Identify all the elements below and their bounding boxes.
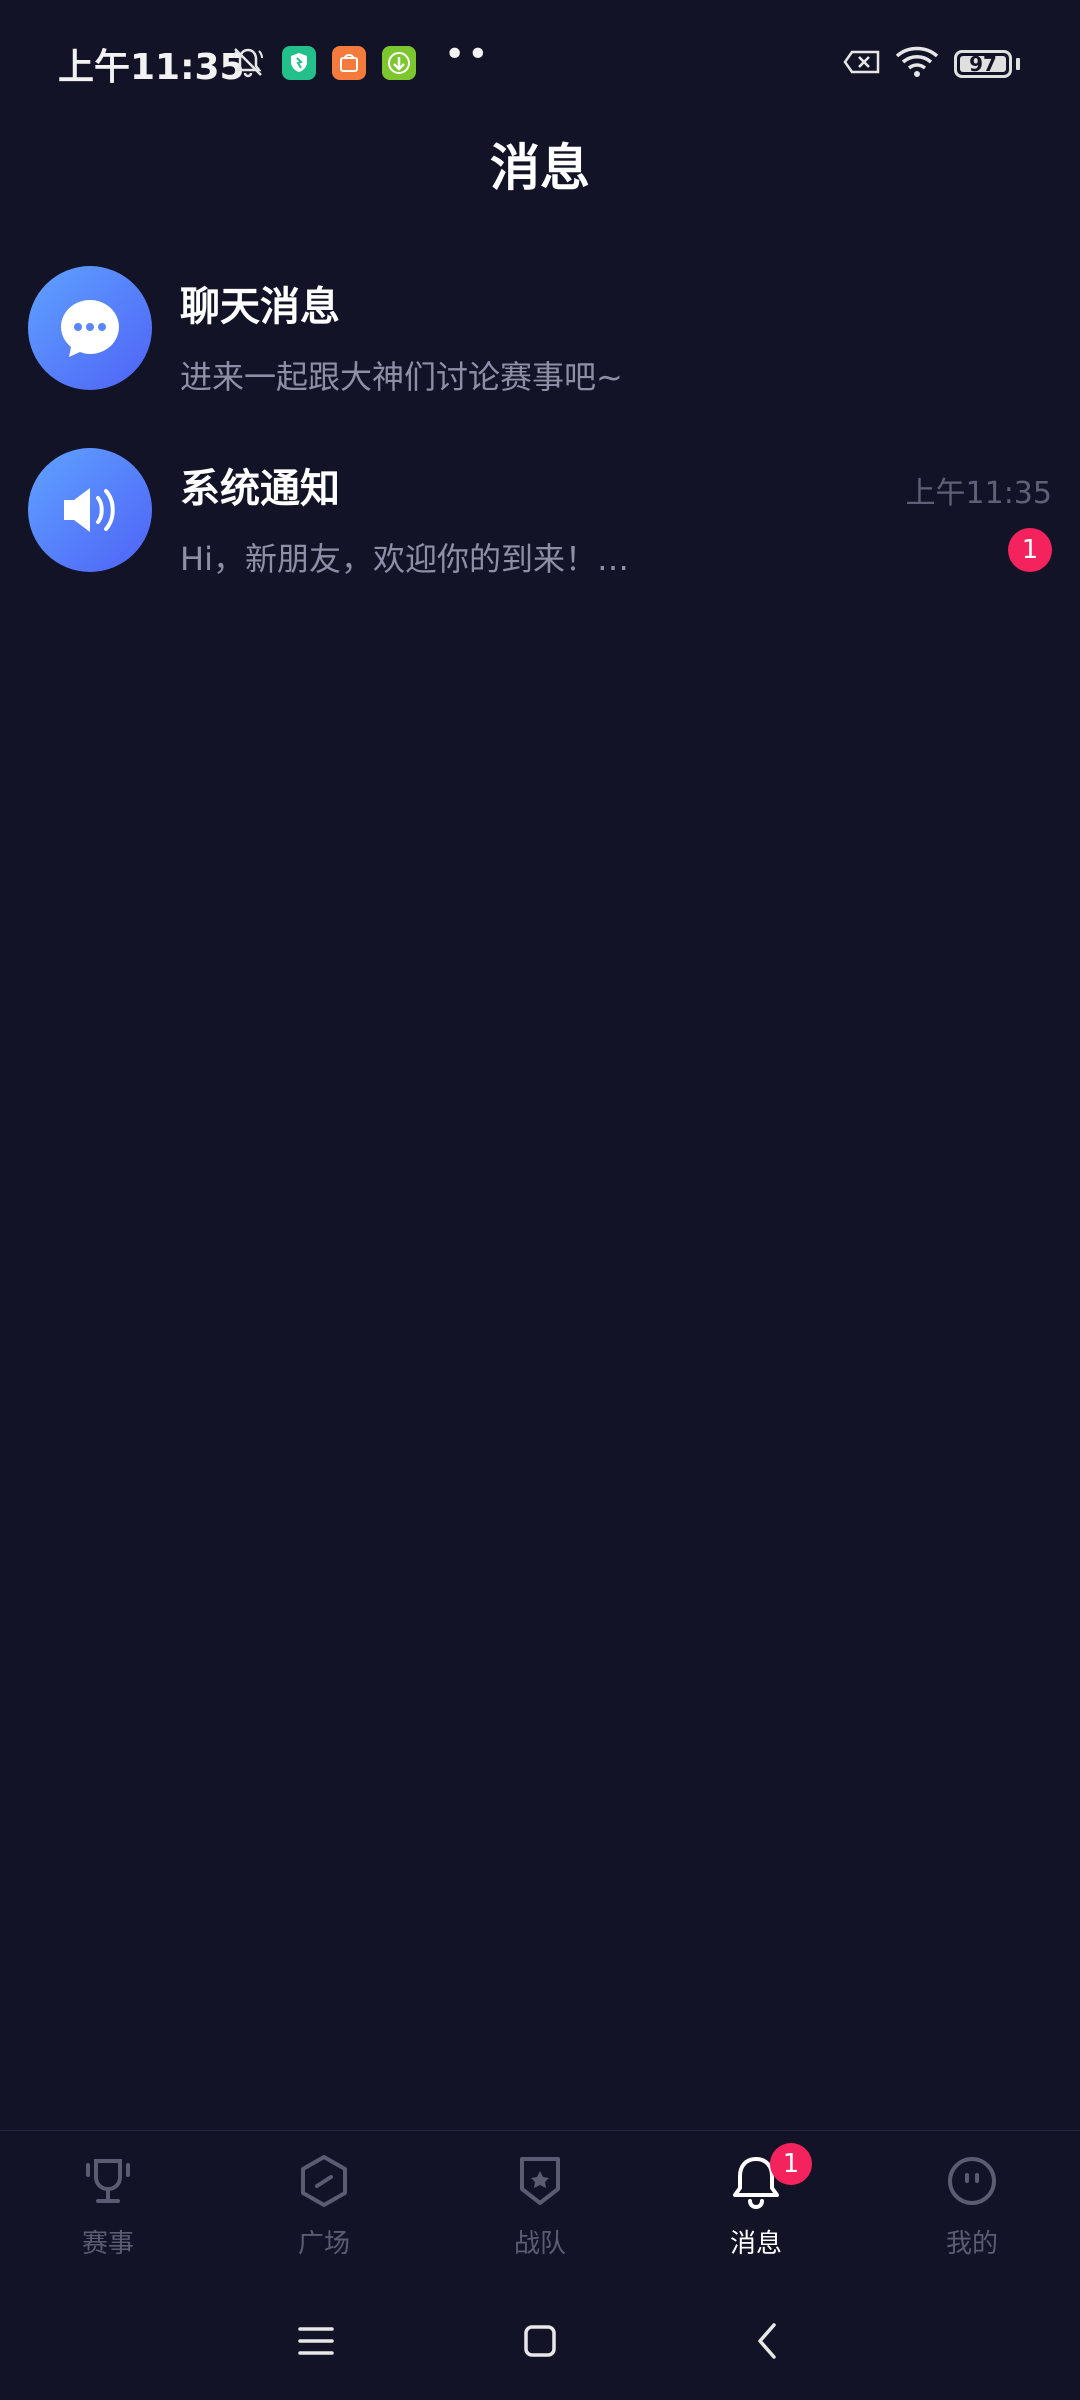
battery-cap (1016, 58, 1020, 70)
battery-level: 97 (969, 52, 997, 76)
nav-label: 赛事 (81, 2229, 134, 2259)
shield-star-icon (520, 2157, 560, 2205)
trophy-icon (86, 2159, 130, 2203)
more-dots-icon: •• (444, 34, 491, 75)
chat-avatar (28, 266, 152, 390)
face-icon (948, 2157, 996, 2205)
mi-store-app-icon (332, 46, 366, 80)
download-app-icon (382, 46, 416, 80)
menu-icon[interactable] (286, 2311, 346, 2371)
message-title: 系统通知 (180, 466, 340, 512)
unread-badge: 1 (1008, 528, 1052, 572)
status-time: 上午11:35 (58, 47, 245, 88)
system-avatar (28, 448, 152, 572)
hexagon-icon (301, 2155, 347, 2207)
system-notice-item[interactable]: 系统通知 上午11:35 Hi，新朋友，欢迎你的到来！… 1 (0, 448, 1080, 618)
home-icon[interactable] (510, 2311, 570, 2371)
wifi-icon (895, 46, 939, 77)
nav-item-profile[interactable]: 我的 (892, 2151, 1052, 2271)
speaker-icon (64, 488, 115, 532)
nav-label: 我的 (945, 2229, 998, 2259)
no-sim-icon (843, 50, 880, 74)
system-nav-bar (0, 2275, 1080, 2400)
nav-badge: 1 (770, 2143, 812, 2185)
shield-app-icon (282, 46, 316, 80)
message-preview: 进来一起跟大神们讨论赛事吧~ (180, 358, 623, 396)
message-preview: Hi，新朋友，欢迎你的到来！… (180, 540, 629, 578)
page-title: 消息 (490, 139, 590, 197)
nav-item-messages[interactable]: 1 消息 (676, 2143, 836, 2271)
nav-item-square[interactable]: 广场 (244, 2151, 404, 2271)
bottom-nav: 赛事 广场 战队 1 消息 我的 (0, 2130, 1080, 2276)
nav-item-events[interactable]: 赛事 (28, 2151, 188, 2271)
nav-label: 消息 (729, 2229, 782, 2259)
mute-bell-icon (233, 48, 263, 78)
nav-item-team[interactable]: 战队 (460, 2151, 620, 2271)
message-time: 上午11:35 (905, 476, 1052, 511)
message-title: 聊天消息 (180, 284, 340, 330)
back-icon[interactable] (738, 2311, 798, 2371)
nav-label: 战队 (513, 2229, 566, 2259)
chat-messages-item[interactable]: 聊天消息 进来一起跟大神们讨论赛事吧~ (0, 266, 1080, 436)
chat-bubble-icon (61, 300, 119, 357)
status-bar: 上午11:35 •• 97 (0, 0, 1080, 130)
messages-screen: 上午11:35 •• 97 消息 聊天消息 进来一起跟大神们讨论赛事吧~ 系统通… (0, 0, 1080, 2400)
nav-label: 广场 (297, 2229, 350, 2259)
